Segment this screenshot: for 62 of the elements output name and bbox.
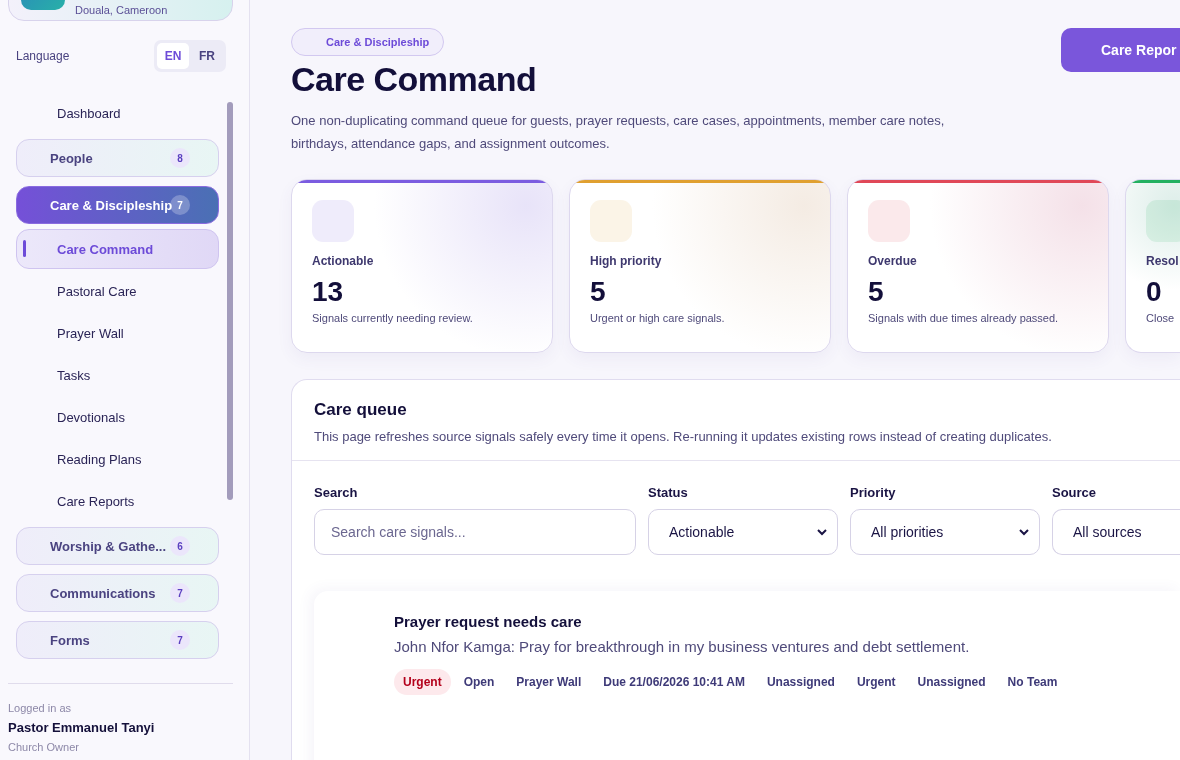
count-badge: 7 xyxy=(170,583,190,603)
search-field[interactable]: Search care signals... xyxy=(314,509,636,555)
nav-link[interactable]: Prayer Wall xyxy=(16,313,219,353)
item-tag: Unassigned xyxy=(908,669,995,695)
panel-description: This page refreshes source signals safely every time it opens. Re-running it updates existing rows instead of creating duplicates. xyxy=(314,428,1053,446)
item-tag: Due 21/06/2026 10:41 AM xyxy=(594,669,754,695)
nav-group[interactable]: Worship & Gathe... 6 xyxy=(16,527,219,565)
church-location: Douala, Cameroon xyxy=(75,5,168,16)
filter-label: Status xyxy=(648,485,689,500)
stat-note: Urgent or high care signals. xyxy=(590,312,726,324)
stat-note: Close xyxy=(1146,312,1176,324)
stat-label: Overdue xyxy=(868,254,918,268)
urgent-tag: Urgent xyxy=(394,669,451,695)
nav-link[interactable]: Tasks xyxy=(16,355,219,395)
panel-title: Care queue xyxy=(314,400,408,420)
section-pill: Care & Discipleship xyxy=(291,28,445,56)
church-card[interactable]: Douala, Cameroon xyxy=(8,0,233,21)
count-badge: 6 xyxy=(170,536,190,556)
stat-note: Signals currently needing review. xyxy=(312,312,474,324)
nav-group[interactable]: People 8 xyxy=(16,139,219,177)
item-tag: Unassigned xyxy=(757,669,844,695)
nav-link[interactable]: Pastoral Care xyxy=(16,271,219,311)
item-tag: Prayer Wall xyxy=(507,669,591,695)
filter-select[interactable]: All sources xyxy=(1052,509,1180,555)
filter-label: Source xyxy=(1052,485,1098,500)
item-tag: No Team xyxy=(998,669,1067,695)
queue-item-card[interactable]: Prayer request needs care John Nfor Kamga: Pray for breakthrough in my business ventures and debt settlement. Urgent Open Prayer Wall Due 21/06/2026 10:41 AM Unassigned Urgent Unassigned No Team xyxy=(314,591,1180,760)
stat-value: 0 xyxy=(1146,276,1163,308)
count-badge: 8 xyxy=(170,148,190,168)
language-option[interactable]: FR xyxy=(191,43,223,69)
item-tag: Urgent xyxy=(847,669,905,695)
nav-link[interactable]: Reading Plans xyxy=(16,439,219,479)
count-badge: 7 xyxy=(170,630,190,650)
nav-group[interactable]: Communications 7 xyxy=(16,574,219,612)
care-reports-button[interactable]: Care Repor xyxy=(1061,28,1180,72)
nav-link[interactable]: Care Reports xyxy=(16,481,219,521)
stat-label: Resol xyxy=(1146,254,1180,268)
nav-link[interactable]: Care Command xyxy=(16,229,219,269)
user-role: Church Owner xyxy=(8,741,80,753)
page-title: Care Command xyxy=(291,60,537,99)
nav-link[interactable]: Dashboard xyxy=(16,93,219,133)
stat-note: Signals with due times already passed. xyxy=(868,312,1060,324)
item-summary: John Nfor Kamga: Pray for breakthrough in my business ventures and debt settlement. xyxy=(394,638,971,655)
nav-group[interactable]: Forms 7 xyxy=(16,621,219,659)
stat-label: Actionable xyxy=(312,254,375,268)
user-name: Pastor Emmanuel Tanyi xyxy=(8,720,156,735)
page-description: One non-duplicating command queue for guests, prayer requests, care cases, appointments, member care notes, birthdays, attendance gaps, and assignment outcomes. xyxy=(291,112,946,153)
filter-select[interactable]: Actionable xyxy=(648,509,838,555)
stat-value: 5 xyxy=(590,276,607,308)
stat-value: 13 xyxy=(312,276,345,308)
login-caption: Logged in as xyxy=(8,702,72,714)
filter-label: Priority xyxy=(850,485,897,500)
nav-group[interactable]: Care & Discipleship 7 xyxy=(16,186,219,224)
filter-label: Search xyxy=(314,485,359,500)
nav-link[interactable]: Devotionals xyxy=(16,397,219,437)
item-title: Prayer request needs care xyxy=(394,613,583,630)
stat-label: High priority xyxy=(590,254,663,268)
stat-value: 5 xyxy=(868,276,885,308)
item-tag: Open xyxy=(454,669,504,695)
language-option[interactable]: EN xyxy=(157,43,189,69)
filter-select[interactable]: All priorities xyxy=(850,509,1040,555)
language-label: Language xyxy=(16,49,70,63)
